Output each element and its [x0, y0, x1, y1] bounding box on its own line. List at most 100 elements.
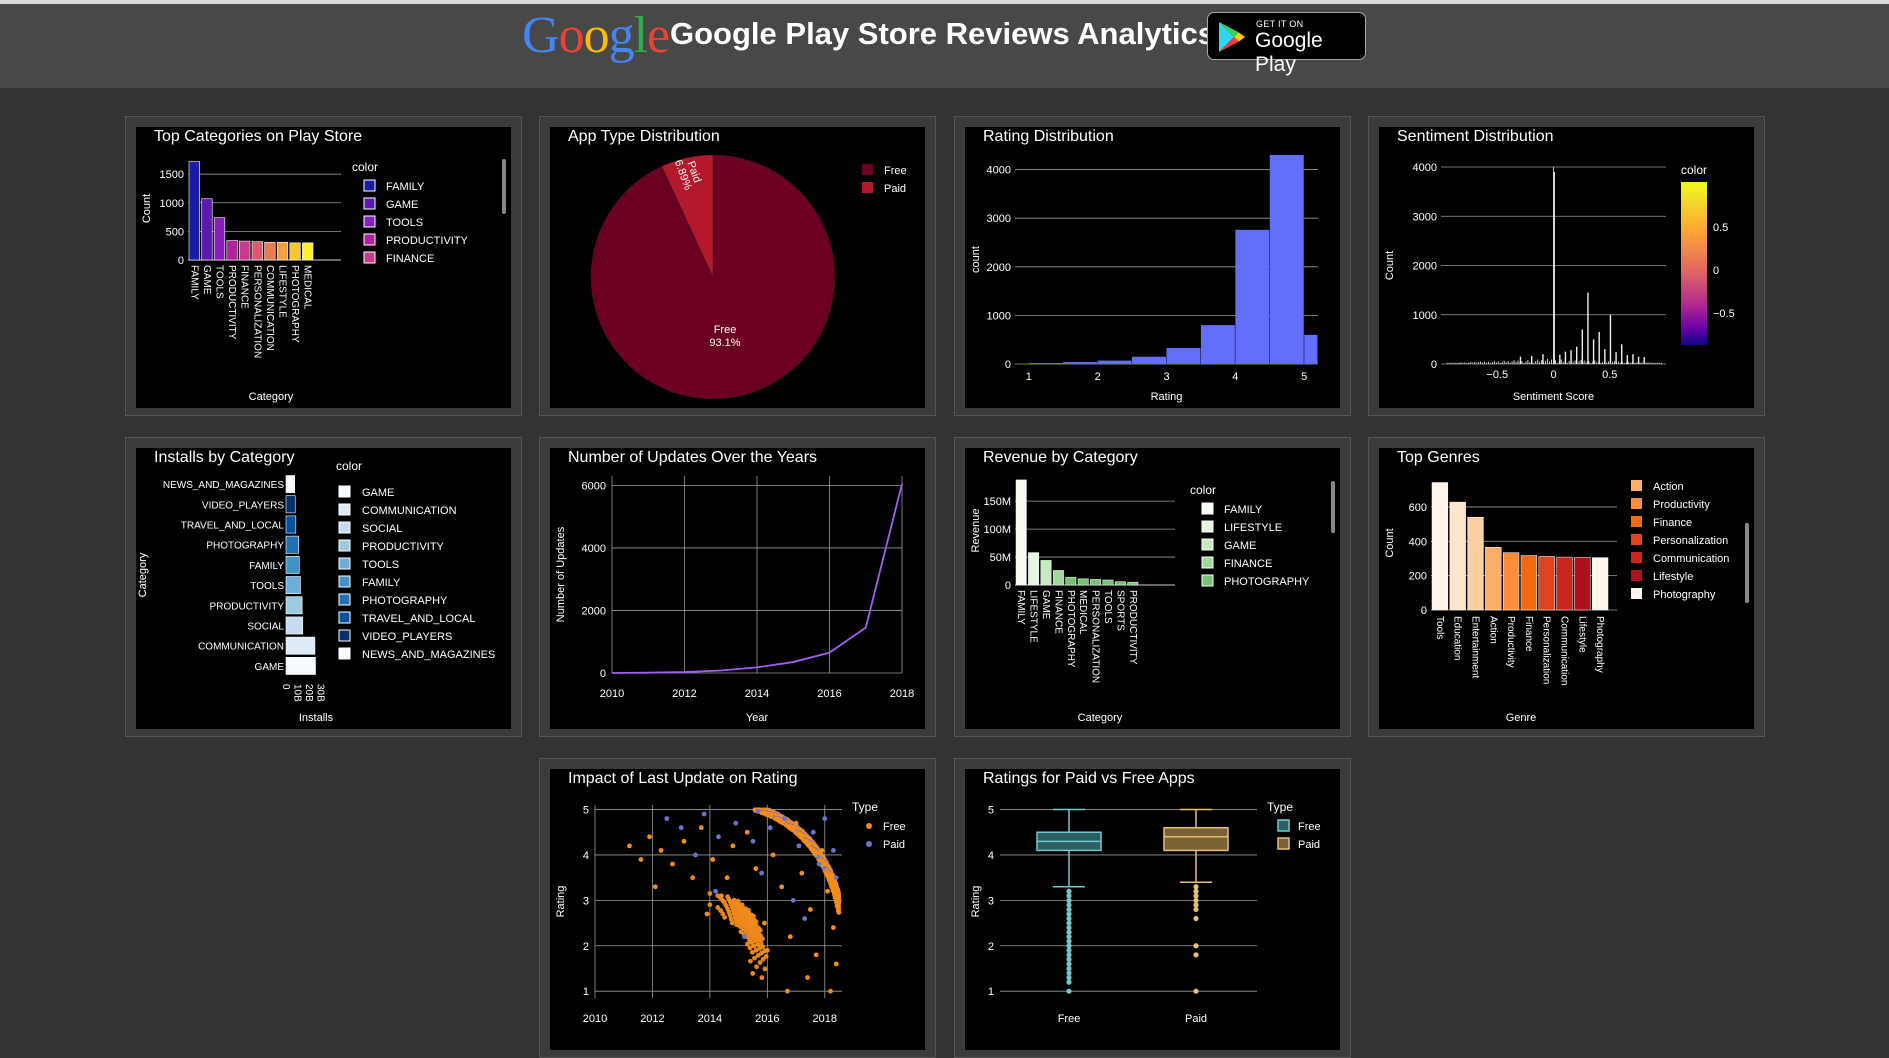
scatter-point [830, 925, 836, 931]
bar [285, 515, 297, 534]
card-last-update-impact: 1 2 3 4 5 2010 2012 2014 2016 2018 Rating Type Free P… [539, 758, 936, 1058]
x-tick-label: 30B [315, 684, 326, 702]
x-tick-label: LIFESTYLE [1028, 590, 1039, 643]
bar [1485, 547, 1502, 611]
legend-scrollbar [1745, 523, 1749, 603]
histogram-bar [1166, 347, 1201, 364]
scatter-point [693, 852, 698, 858]
bar [213, 217, 226, 261]
legend-label: PRODUCTIVITY [386, 235, 469, 247]
last-update-impact-chart[interactable]: 1 2 3 4 5 2010 2012 2014 2016 2018 Rating Type Free P… [550, 769, 925, 1050]
sentiment-bar [1460, 362, 1462, 364]
x-tick-label: 2016 [755, 1013, 779, 1025]
scatter-point [767, 825, 773, 831]
sentiment-distribution-chart[interactable]: 0 1000 2000 3000 4000 −0.5 0 0.5 Count Sentiment … [1379, 127, 1754, 408]
installs-by-category-chart[interactable]: NEWS_AND_MAGAZINES VIDEO_PLAYERS TRAVEL_AN… [136, 448, 511, 729]
legend-label: Paid [1298, 839, 1320, 851]
sentiment-bar [1497, 361, 1499, 364]
x-tick-label: Action [1487, 616, 1498, 644]
y-tick-label: 600 [1409, 502, 1427, 514]
legend-title: Type [852, 800, 878, 814]
x-tick-label: 2012 [672, 688, 696, 700]
histogram-bar [1097, 360, 1132, 364]
x-tick-label: TOOLS [1102, 590, 1113, 624]
legend-label: TOOLS [362, 559, 399, 571]
outlier-point [1193, 906, 1199, 913]
sentiment-bar [1470, 361, 1472, 364]
legend-swatch [338, 647, 351, 660]
y-tick-label: NEWS_AND_MAGAZINES [163, 480, 284, 491]
rating-distribution-chart[interactable]: 0 1000 2000 3000 4000 1 2 3 4 5 count Rating [965, 127, 1340, 408]
outlier-point [1066, 893, 1072, 899]
scatter-point [782, 816, 787, 822]
updates-over-years-chart[interactable]: 0 2000 4000 6000 2010 2012 2014 2016 2018 Number … [550, 448, 925, 729]
scatter-point [796, 843, 802, 849]
sentiment-bar [1549, 361, 1550, 364]
badge-big-text: Google Play [1255, 29, 1323, 76]
legend-swatch [363, 179, 376, 192]
y-tick-label: 500 [166, 226, 184, 238]
colorbar-tick-label: 0 [1713, 265, 1719, 277]
chart-title: Top Categories on Play Store [154, 128, 363, 145]
top-genres-chart[interactable]: 0 200 400 600 Tools Education Entertainment Act… [1379, 448, 1754, 729]
outlier-point [1193, 943, 1199, 949]
outlier-point [1066, 961, 1072, 967]
y-tick-label: 1000 [987, 310, 1011, 322]
sentiment-bar [1635, 362, 1637, 364]
scatter-point [681, 838, 687, 844]
y-tick-label: FAMILY [249, 561, 284, 572]
paid-vs-free-ratings-chart[interactable]: 1 2 3 4 5 Free Paid Rating Type Free Paid [965, 769, 1340, 1050]
y-tick-label: 150M [983, 496, 1011, 508]
outlier-point [1066, 970, 1072, 976]
scatter-point [813, 852, 818, 857]
scatter-point [638, 857, 644, 862]
outlier-point [1193, 902, 1199, 908]
sentiment-bar [1645, 362, 1647, 364]
scatter-point [701, 811, 707, 817]
sentiment-bar [1545, 360, 1547, 364]
bar [239, 240, 251, 261]
sentiment-bar [1547, 358, 1549, 364]
scatter-point [826, 878, 832, 884]
x-axis-label: Year [746, 712, 769, 724]
bar [1077, 578, 1089, 586]
legend-label: PHOTOGRAPHY [1224, 576, 1310, 588]
y-tick-label: 200 [1409, 571, 1427, 583]
revenue-by-category-chart[interactable]: 050M100M150MFAMILY LIFESTYLE GAME FINANCE PH… [965, 448, 1340, 729]
x-axis-label: Genre [1506, 712, 1537, 724]
scatter-point [808, 846, 814, 852]
sentiment-bar [1600, 362, 1602, 364]
x-tick-label: FAMILY [1015, 590, 1026, 625]
legend-label: FAMILY [362, 577, 401, 589]
sentiment-bar [1619, 362, 1621, 364]
y-axis-label: Category [137, 552, 149, 597]
scatter-point [819, 848, 825, 853]
x-tick-label: GAME [1040, 590, 1051, 620]
card-top-categories: 0 500 1000 1500 FAMILY GAME TOOLS PRODUCTIVITY F… [125, 116, 522, 416]
sentiment-bar [1587, 292, 1589, 364]
legend-swatch [1631, 588, 1642, 599]
app-type-chart[interactable]: Free93.1%Paid6.89% FreePaid [550, 127, 925, 408]
legend-swatch [363, 233, 376, 246]
sentiment-bar [1519, 356, 1522, 364]
bar [1520, 555, 1538, 611]
bar [1028, 552, 1040, 586]
sentiment-bar [1615, 352, 1617, 364]
scatter-point [793, 820, 799, 826]
sentiment-bar [1537, 359, 1539, 364]
sentiment-bar [1448, 362, 1450, 364]
scatter-point [834, 903, 840, 909]
sentiment-bar [1653, 362, 1655, 364]
y-tick-label: 5 [988, 805, 994, 817]
x-tick-label: 3 [1163, 371, 1169, 383]
slice-label: 93.1% [709, 337, 740, 349]
y-tick-label: 2 [583, 941, 589, 953]
top-categories-chart[interactable]: 050010001500FAMILY GAME TOOLS PRODUCTIVITY F… [136, 127, 511, 408]
sentiment-bar [1651, 362, 1653, 364]
bar [289, 242, 301, 261]
sentiment-bar [1525, 361, 1527, 364]
y-tick-label: GAME [255, 662, 285, 673]
sentiment-bar [1456, 362, 1458, 364]
google-play-badge[interactable]: GET IT ON Google Play [1207, 12, 1366, 76]
sentiment-bar [1584, 360, 1586, 364]
